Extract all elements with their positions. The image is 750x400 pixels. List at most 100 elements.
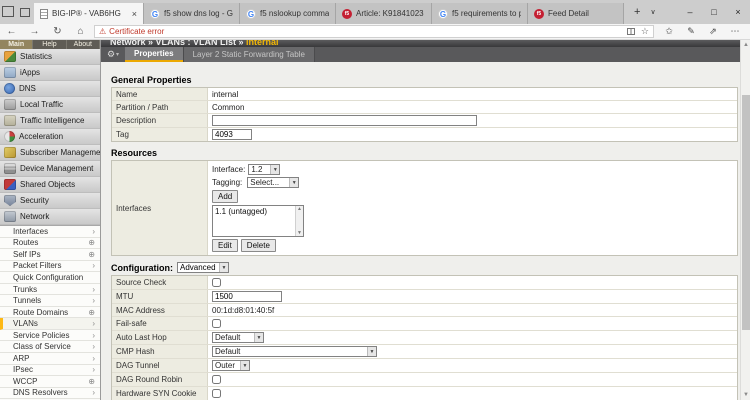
sidebar-item-ipsec[interactable]: IPsec ›: [0, 364, 100, 377]
delete-member-button[interactable]: Delete: [240, 239, 276, 252]
chevron-right-icon: ›: [92, 365, 95, 375]
browser-tab-nslookup[interactable]: G f5 nslookup command: [240, 3, 336, 24]
sidebar-item-tunnels[interactable]: Tunnels ›: [0, 295, 100, 307]
set-tabs-aside-icon[interactable]: [20, 7, 30, 17]
browser-tab-bigip[interactable]: BIG-IP® - VAB6HG ×: [34, 3, 144, 24]
add-circle-icon[interactable]: ⊕: [88, 250, 95, 259]
edit-button[interactable]: Edit: [212, 239, 238, 252]
favorite-star-icon[interactable]: ☆: [641, 26, 649, 37]
tab-properties[interactable]: Properties: [125, 47, 183, 62]
sidebar-item-statistics[interactable]: Statistics: [0, 49, 100, 65]
sidebar-item-routes[interactable]: Routes ⊕: [0, 237, 100, 250]
tab-layer2-forwarding[interactable]: Layer 2 Static Forwarding Table: [182, 47, 315, 62]
sidebar-item-vlans[interactable]: VLANs ›: [0, 318, 100, 330]
web-note-icon[interactable]: ✎: [680, 26, 702, 37]
sidebar-item-dns[interactable]: DNS: [0, 81, 100, 97]
list-item[interactable]: 1.1 (untagged): [215, 207, 267, 216]
interface-select[interactable]: 1.2 ▼: [248, 164, 281, 175]
back-icon[interactable]: ←: [0, 26, 23, 37]
forward-icon[interactable]: →: [23, 26, 46, 37]
share-icon[interactable]: ⇗: [702, 26, 724, 37]
certificate-error-badge[interactable]: ⚠ Certificate error: [99, 27, 164, 36]
hardware-syn-cookie-checkbox[interactable]: [212, 389, 221, 398]
sidebar-item-network[interactable]: Network: [0, 209, 100, 225]
refresh-icon[interactable]: ↻: [46, 26, 69, 37]
more-options-icon[interactable]: ⋯: [724, 26, 746, 37]
main-content: Network » VLANs : VLAN List » internal ⚙…: [100, 40, 750, 400]
sidebar-item-local-traffic[interactable]: Local Traffic: [0, 97, 100, 113]
home-icon[interactable]: ⌂: [69, 26, 92, 37]
add-circle-icon[interactable]: ⊕: [88, 308, 95, 317]
close-tab-icon[interactable]: ×: [130, 9, 137, 19]
sidebar-item-shared-objects[interactable]: Shared Objects: [0, 177, 100, 193]
chevron-right-icon: ›: [92, 388, 95, 398]
breadcrumb: Network » VLANs : VLAN List » internal: [101, 40, 750, 47]
sidebar-item-trunks[interactable]: Trunks ›: [0, 283, 100, 296]
mac-address-value: 00:1d:d8:01:40:5f: [212, 305, 275, 315]
options-gear-button[interactable]: ⚙ ▾: [101, 47, 125, 62]
sidebar-item-quick-configuration[interactable]: Quick Configuration: [0, 272, 100, 284]
tab-menu-icon[interactable]: ∨: [650, 8, 655, 16]
sidebar-tab-help[interactable]: Help: [33, 40, 67, 49]
browser-tab-article[interactable]: f5 Article: K91841023 - Ov: [336, 3, 432, 24]
sidebar-item-acceleration[interactable]: Acceleration: [0, 129, 100, 145]
browser-tab-requirements[interactable]: G f5 requirements to ping: [432, 3, 528, 24]
vlan-name-value: internal: [212, 89, 239, 99]
cmp-hash-select[interactable]: Default ▼: [212, 346, 377, 357]
interface-members-listbox[interactable]: 1.1 (untagged) ▲ ▼: [212, 205, 304, 237]
vertical-scrollbar[interactable]: ▲ ▼: [740, 40, 750, 400]
address-bar[interactable]: ⚠ Certificate error ☆: [94, 25, 654, 38]
sidebar-item-class-of-service[interactable]: Class of Service ›: [0, 341, 100, 354]
add-circle-icon[interactable]: ⊕: [88, 238, 95, 247]
sidebar-item-wccp[interactable]: WCCP ⊕: [0, 376, 100, 388]
failsafe-checkbox[interactable]: [212, 319, 221, 328]
sidebar-item-subscriber-management[interactable]: Subscriber Management: [0, 145, 100, 161]
close-window-button[interactable]: ×: [726, 0, 750, 24]
tag-field[interactable]: [212, 129, 252, 140]
sidebar-tab-about[interactable]: About: [66, 40, 100, 49]
tagging-select[interactable]: Select... ▼: [247, 177, 300, 188]
scroll-up-icon[interactable]: ▲: [741, 40, 750, 50]
browser-tab-dns-log[interactable]: G f5 show dns log - Goog: [144, 3, 240, 24]
sidebar-item-route-domains[interactable]: Route Domains ⊕: [0, 306, 100, 319]
section-title-general: General Properties: [111, 75, 192, 85]
add-button[interactable]: Add: [212, 190, 239, 203]
sidebar-item-traffic-intelligence[interactable]: Traffic Intelligence: [0, 113, 100, 129]
sidebar-item-iapps[interactable]: iApps: [0, 65, 100, 81]
reading-view-icon[interactable]: [626, 28, 635, 35]
mtu-field[interactable]: [212, 291, 282, 302]
sidebar-item-arp[interactable]: ARP ›: [0, 353, 100, 365]
sidebar-tab-main[interactable]: Main: [0, 40, 34, 49]
maximize-button[interactable]: □: [702, 0, 726, 24]
sidebar-item-interfaces[interactable]: Interfaces ›: [0, 226, 100, 238]
add-circle-icon[interactable]: ⊕: [88, 377, 95, 386]
sidebar-item-service-policies[interactable]: Service Policies ›: [0, 329, 100, 342]
listbox-scrollbar[interactable]: ▲ ▼: [295, 206, 303, 236]
table-row: Partition / Path Common: [112, 101, 737, 114]
scrollbar-thumb[interactable]: [742, 95, 750, 330]
partition-value: Common: [212, 102, 245, 112]
configuration-table: Source Check MTU MAC Address 00:1d:d8:01…: [111, 275, 738, 400]
minimize-button[interactable]: –: [678, 0, 702, 24]
new-tab-button[interactable]: +: [634, 6, 640, 18]
dag-tunnel-select[interactable]: Outer ▼: [212, 360, 250, 371]
page-tabstrip: ⚙ ▾ Properties Layer 2 Static Forwarding …: [101, 47, 750, 62]
tab-preview-icon[interactable]: [2, 5, 14, 17]
chevron-right-icon: ›: [92, 284, 95, 294]
browser-tab-feed[interactable]: f5 Feed Detail: [528, 3, 624, 24]
chevron-right-icon: ›: [92, 261, 95, 271]
scroll-down-icon[interactable]: ▼: [741, 390, 750, 400]
table-row: Fail-safe: [112, 317, 737, 331]
sidebar-item-security[interactable]: Security: [0, 193, 100, 209]
description-field[interactable]: [212, 115, 477, 126]
source-check-checkbox[interactable]: [212, 278, 221, 287]
auto-last-hop-select[interactable]: Default ▼: [212, 332, 264, 343]
sidebar-item-dns-resolvers[interactable]: DNS Resolvers ›: [0, 387, 100, 400]
dag-round-robin-checkbox[interactable]: [212, 375, 221, 384]
sidebar-item-packet-filters[interactable]: Packet Filters ›: [0, 260, 100, 273]
sidebar-item-self-ips[interactable]: Self IPs ⊕: [0, 249, 100, 261]
configuration-mode-select[interactable]: Advanced ▼: [177, 262, 229, 273]
sidebar-item-device-management[interactable]: Device Management: [0, 161, 100, 177]
hub-favorites-icon[interactable]: ✩: [658, 26, 680, 37]
tab-title: Article: K91841023 - Ov: [356, 9, 425, 18]
